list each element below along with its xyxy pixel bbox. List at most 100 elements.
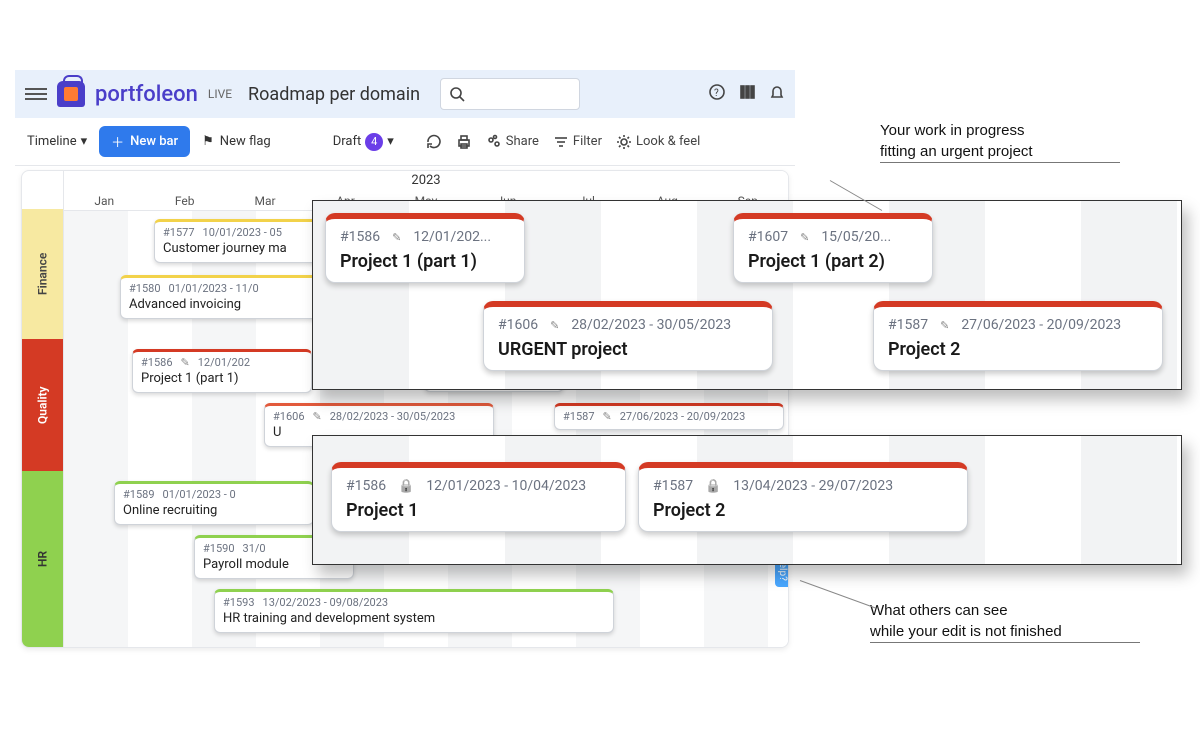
bar-id: #1587 (888, 317, 928, 333)
bar-id: #1590 (203, 542, 235, 555)
month-label: Jan (64, 194, 144, 208)
bar-id: #1587 (563, 410, 595, 423)
bar-dates: 31/0 (243, 542, 266, 555)
pencil-icon (603, 410, 612, 423)
bar-dates: 13/04/2023 - 29/07/2023 (733, 478, 893, 494)
annotation-text: What others can see while your edit is n… (870, 602, 1062, 640)
chevron-down-icon: ▾ (81, 134, 88, 149)
overlay-bar[interactable]: #1607 15/05/20... Project 1 (part 2) (733, 213, 933, 283)
lane-quality[interactable]: Quality (22, 339, 63, 471)
lane-hr[interactable]: HR (22, 471, 63, 647)
bell-icon[interactable] (769, 84, 785, 104)
share-label: Share (506, 134, 539, 149)
draft-label: Draft (333, 134, 362, 149)
pencil-icon (800, 229, 809, 245)
chevron-down-icon: ▾ (387, 134, 394, 149)
lock-icon (398, 478, 414, 494)
search-icon (449, 86, 465, 102)
overlay-bar[interactable]: #1586 12/01/202... Project 1 (part 1) (325, 213, 525, 283)
pencil-icon (550, 317, 559, 333)
annotation-text: Your work in progress fitting an urgent … (880, 122, 1033, 160)
view-label: Timeline (27, 134, 77, 149)
bar-title: Project 1 (part 2) (748, 251, 918, 272)
bar-id: #1589 (123, 488, 155, 501)
draft-count-badge: 4 (365, 133, 383, 151)
new-bar-button[interactable]: ＋ New bar (99, 126, 190, 157)
refresh-button[interactable] (426, 134, 442, 150)
bar-id: #1593 (223, 596, 255, 609)
library-icon[interactable] (739, 84, 755, 104)
print-button[interactable] (456, 134, 472, 150)
lock-icon (705, 478, 721, 494)
new-bar-label: New bar (130, 134, 178, 149)
bar-id: #1577 (163, 226, 195, 239)
bar-title: Advanced invoicing (129, 297, 331, 312)
gantt-bar[interactable]: #1580 01/01/2023 - 11/0 Advanced invoicin… (120, 275, 340, 319)
gantt-bar[interactable]: #1589 01/01/2023 - 0 Online recruiting (114, 481, 314, 525)
overlay-others-view: #1586 12/01/2023 - 10/04/2023 Project 1 #… (312, 435, 1182, 565)
annotation-line (800, 580, 876, 608)
year-label: 2023 (411, 173, 440, 188)
bar-dates: 27/06/2023 - 20/09/2023 (620, 410, 746, 423)
bar-dates: 15/05/20... (821, 229, 891, 245)
overlay-bar[interactable]: #1586 12/01/2023 - 10/04/2023 Project 1 (331, 462, 626, 532)
bar-id: #1586 (141, 356, 173, 369)
overlay-bar[interactable]: #160628/02/2023 - 30/05/2023 URGENT proj… (483, 301, 773, 371)
search-input[interactable] (440, 78, 580, 110)
gantt-bar[interactable]: #1587 27/06/2023 - 20/09/2023 (554, 403, 784, 430)
look-feel-button[interactable]: Look & feel (616, 134, 700, 150)
env-badge: LIVE (208, 87, 232, 101)
bar-dates: 13/02/2023 - 09/08/2023 (263, 596, 389, 609)
overlay-bar[interactable]: #1587 27/06/2023 - 20/09/2023 Project 2 (873, 301, 1163, 371)
bar-dates: 12/01/202... (413, 229, 491, 245)
svg-text:?: ? (714, 88, 719, 99)
document-title[interactable]: Roadmap per domain (248, 84, 420, 105)
bar-dates: 27/06/2023 - 20/09/2023 (961, 317, 1121, 333)
bar-title: Project 1 (part 1) (340, 251, 510, 272)
bar-id: #1606 (498, 317, 538, 333)
bar-title: Online recruiting (123, 503, 305, 518)
topbar: portfoleon LIVE Roadmap per domain ? (15, 70, 795, 118)
bar-id: #1606 (273, 410, 305, 423)
pencil-icon (940, 317, 949, 333)
bar-id: #1586 (346, 478, 386, 494)
view-selector[interactable]: Timeline ▾ (27, 134, 87, 149)
draft-menu[interactable]: Draft 4 ▾ (333, 133, 394, 151)
gantt-bar[interactable]: #1593 13/02/2023 - 09/08/2023 HR training… (214, 589, 614, 633)
new-flag-label: New flag (220, 134, 271, 149)
bar-title: Project 1 (346, 500, 611, 521)
pencil-icon (313, 410, 322, 423)
overlay-work-in-progress: #1586 12/01/202... Project 1 (part 1) #16… (312, 200, 1182, 390)
annotation-wip: Your work in progress fitting an urgent … (880, 120, 1120, 163)
toolbar: Timeline ▾ ＋ New bar ⚑ New flag Draft 4 … (15, 118, 795, 166)
bar-dates: 01/01/2023 - 0 (163, 488, 236, 501)
flag-icon: ⚑ (202, 134, 214, 149)
share-button[interactable]: Share (486, 134, 539, 150)
bar-title: HR training and development system (223, 611, 605, 626)
overlay-bar[interactable]: #158713/04/2023 - 29/07/2023 Project 2 (638, 462, 968, 532)
look-feel-label: Look & feel (636, 134, 700, 149)
bar-dates: 12/01/2023 - 10/04/2023 (426, 478, 586, 494)
bar-id: #1586 (340, 229, 380, 245)
app-logo (57, 81, 85, 107)
bar-title: Project 2 (888, 339, 1148, 360)
bar-title: Project 1 (part 1) (141, 371, 303, 386)
filter-button[interactable]: Filter (553, 134, 602, 150)
bar-dates: 01/01/2023 - 11/0 (169, 282, 259, 295)
bar-id: #1580 (129, 282, 161, 295)
bar-id: #1607 (748, 229, 788, 245)
menu-icon[interactable] (25, 88, 47, 100)
pencil-icon (392, 229, 401, 245)
brand-name: portfoleon (95, 82, 198, 107)
bar-dates: 28/02/2023 - 30/05/2023 (571, 317, 731, 333)
help-icon[interactable]: ? (709, 84, 725, 104)
filter-label: Filter (573, 134, 602, 149)
bar-dates: 28/02/2023 - 30/05/2023 (330, 410, 456, 423)
bar-dates: 12/01/202 (198, 356, 250, 369)
gantt-bar[interactable]: #1586 12/01/202 Project 1 (part 1) (132, 349, 312, 393)
bar-id: #1587 (653, 478, 693, 494)
month-label: Mar (225, 194, 305, 208)
lane-finance[interactable]: Finance (22, 209, 63, 339)
annotation-others: What others can see while your edit is n… (870, 600, 1140, 643)
new-flag-button[interactable]: ⚑ New flag (202, 134, 271, 149)
